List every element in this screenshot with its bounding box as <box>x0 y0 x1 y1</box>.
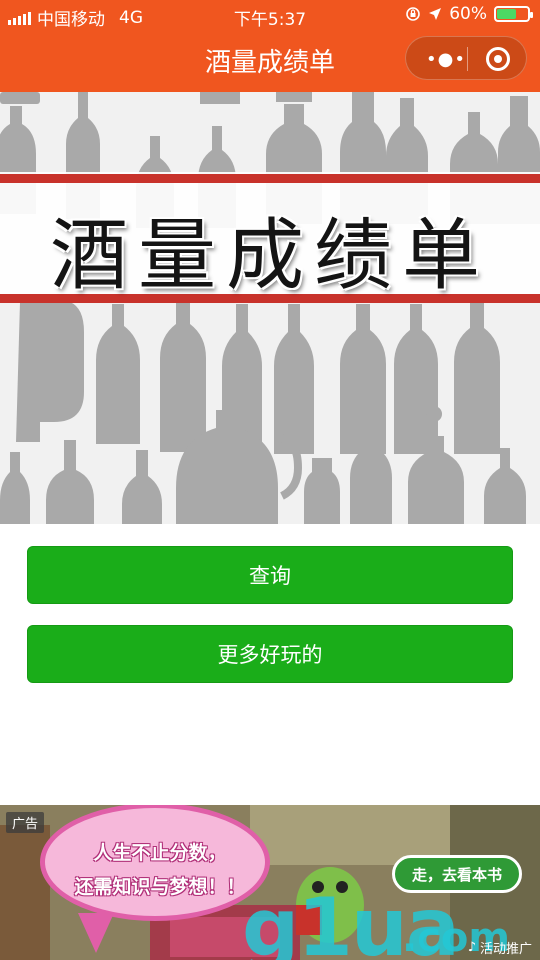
ad-label: 广告 <box>6 812 45 833</box>
speech-bubble: 人生不止分数， 还需知识与梦想！！ <box>40 805 270 921</box>
battery-percent: 60% <box>449 4 487 24</box>
status-bar: 中国移动 4G 下午5:37 60% <box>0 0 540 30</box>
location-arrow-icon <box>429 8 442 20</box>
music-note-icon: ♪ <box>467 940 476 955</box>
promo-label: 活动推广 <box>479 942 532 957</box>
speech-bubble-tail <box>78 913 114 953</box>
promo-link[interactable]: ♪ 活动推广 <box>468 938 532 957</box>
bubble-line-1: 人生不止分数， <box>93 842 227 864</box>
bubble-line-2: 还需知识与梦想！！ <box>74 876 246 898</box>
hero-banner: 酒量成绩单 <box>0 92 540 524</box>
ad-banner[interactable]: 广告 人生不止分数， 还需知识与梦想！！ g1ua .com 走，去看本书 ♪ … <box>0 805 540 960</box>
more-dots-icon[interactable]: •●• <box>426 49 466 70</box>
bottle-silhouettes-image <box>0 92 540 524</box>
target-circle-icon[interactable] <box>486 47 510 71</box>
more-fun-button[interactable]: 更多好玩的 <box>27 625 513 683</box>
top-bar: 中国移动 4G 下午5:37 60% 酒量成绩单 •●• <box>0 0 540 92</box>
lock-rotation-icon <box>406 7 421 21</box>
banner-top-line <box>0 174 540 183</box>
read-book-button[interactable]: 走，去看本书 <box>392 855 522 893</box>
capsule-divider <box>467 47 468 71</box>
banner-title: 酒量成绩单 <box>49 211 490 301</box>
battery-icon <box>494 6 533 22</box>
mini-program-capsule: •●• <box>405 36 527 80</box>
query-button[interactable]: 查询 <box>27 546 513 604</box>
